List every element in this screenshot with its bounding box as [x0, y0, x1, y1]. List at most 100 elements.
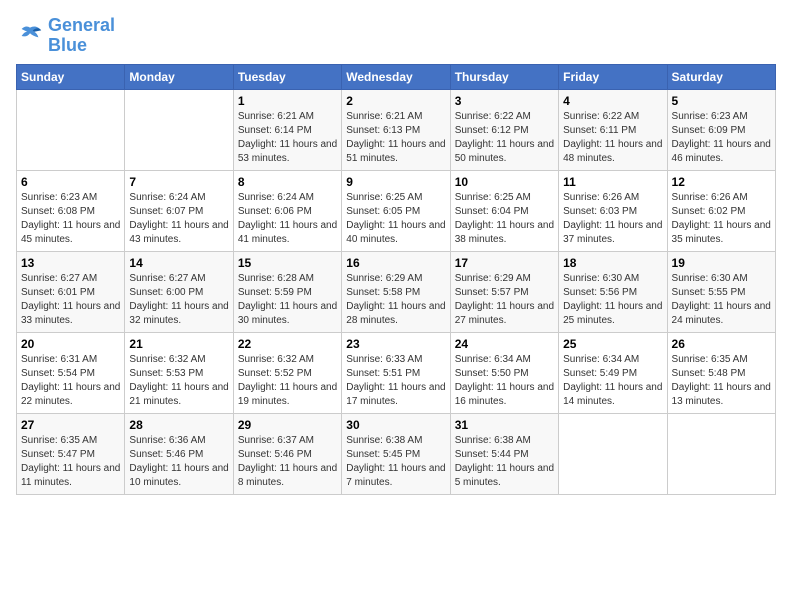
day-number: 10	[455, 175, 554, 189]
logo-text: General Blue	[48, 16, 115, 56]
day-of-week-header: Wednesday	[342, 64, 450, 89]
day-number: 4	[563, 94, 662, 108]
day-number: 8	[238, 175, 337, 189]
calendar-cell: 15 Sunrise: 6:28 AMSunset: 5:59 PMDayligh…	[233, 251, 341, 332]
day-info: Sunrise: 6:27 AMSunset: 6:00 PMDaylight:…	[129, 272, 228, 328]
calendar-cell: 29Sunrise: 6:37 AMSunset: 5:46 PMDayligh…	[233, 413, 341, 494]
day-number: 17	[455, 256, 554, 270]
day-number: 6	[21, 175, 120, 189]
calendar-cell: 22 Sunrise: 6:32 AMSunset: 5:52 PMDayligh…	[233, 332, 341, 413]
calendar-header-row: SundayMondayTuesdayWednesdayThursdayFrid…	[17, 64, 776, 89]
day-number: 27	[21, 418, 120, 432]
day-info: Sunrise: 6:30 AMSunset: 5:55 PMDaylight:…	[672, 272, 771, 328]
day-of-week-header: Friday	[559, 64, 667, 89]
logo-icon	[16, 22, 44, 50]
day-number: 14	[129, 256, 228, 270]
calendar-cell: 8 Sunrise: 6:24 AMSunset: 6:06 PMDaylight…	[233, 170, 341, 251]
calendar-cell: 28 Sunrise: 6:36 AMSunset: 5:46 PMDayligh…	[125, 413, 233, 494]
day-info: Sunrise: 6:35 AMSunset: 5:47 PMDaylight:…	[21, 434, 120, 490]
calendar-week-row: 6 Sunrise: 6:23 AMSunset: 6:08 PMDaylight…	[17, 170, 776, 251]
day-number: 30	[346, 418, 445, 432]
day-of-week-header: Sunday	[17, 64, 125, 89]
calendar-cell: 31Sunrise: 6:38 AMSunset: 5:44 PMDayligh…	[450, 413, 558, 494]
calendar-cell: 5Sunrise: 6:23 AMSunset: 6:09 PMDaylight…	[667, 89, 775, 170]
calendar-cell: 26 Sunrise: 6:35 AMSunset: 5:48 PMDayligh…	[667, 332, 775, 413]
calendar-cell: 12 Sunrise: 6:26 AMSunset: 6:02 PMDayligh…	[667, 170, 775, 251]
day-info: Sunrise: 6:21 AMSunset: 6:14 PMDaylight:…	[238, 110, 337, 166]
calendar-week-row: 20Sunrise: 6:31 AMSunset: 5:54 PMDayligh…	[17, 332, 776, 413]
day-number: 11	[563, 175, 662, 189]
calendar-cell: 16 Sunrise: 6:29 AMSunset: 5:58 PMDayligh…	[342, 251, 450, 332]
calendar-week-row: 27 Sunrise: 6:35 AMSunset: 5:47 PMDayligh…	[17, 413, 776, 494]
calendar-cell: 24 Sunrise: 6:34 AMSunset: 5:50 PMDayligh…	[450, 332, 558, 413]
calendar-week-row: 1 Sunrise: 6:21 AMSunset: 6:14 PMDaylight…	[17, 89, 776, 170]
day-info: Sunrise: 6:36 AMSunset: 5:46 PMDaylight:…	[129, 434, 228, 490]
calendar-cell: 4 Sunrise: 6:22 AMSunset: 6:11 PMDaylight…	[559, 89, 667, 170]
calendar-table: SundayMondayTuesdayWednesdayThursdayFrid…	[16, 64, 776, 495]
day-number: 2	[346, 94, 445, 108]
day-info: Sunrise: 6:24 AMSunset: 6:07 PMDaylight:…	[129, 191, 228, 247]
day-number: 28	[129, 418, 228, 432]
day-number: 21	[129, 337, 228, 351]
page-header: General Blue	[16, 16, 776, 56]
calendar-cell: 6 Sunrise: 6:23 AMSunset: 6:08 PMDaylight…	[17, 170, 125, 251]
calendar-cell: 7 Sunrise: 6:24 AMSunset: 6:07 PMDaylight…	[125, 170, 233, 251]
calendar-cell: 19 Sunrise: 6:30 AMSunset: 5:55 PMDayligh…	[667, 251, 775, 332]
day-info: Sunrise: 6:25 AMSunset: 6:05 PMDaylight:…	[346, 191, 445, 247]
day-info: Sunrise: 6:32 AMSunset: 5:52 PMDaylight:…	[238, 353, 337, 409]
calendar-cell: 30 Sunrise: 6:38 AMSunset: 5:45 PMDayligh…	[342, 413, 450, 494]
calendar-cell: 2Sunrise: 6:21 AMSunset: 6:13 PMDaylight…	[342, 89, 450, 170]
day-info: Sunrise: 6:26 AMSunset: 6:02 PMDaylight:…	[672, 191, 771, 247]
calendar-week-row: 13 Sunrise: 6:27 AMSunset: 6:01 PMDayligh…	[17, 251, 776, 332]
calendar-cell: 13 Sunrise: 6:27 AMSunset: 6:01 PMDayligh…	[17, 251, 125, 332]
day-number: 7	[129, 175, 228, 189]
day-number: 22	[238, 337, 337, 351]
calendar-cell: 3 Sunrise: 6:22 AMSunset: 6:12 PMDaylight…	[450, 89, 558, 170]
day-number: 12	[672, 175, 771, 189]
day-number: 26	[672, 337, 771, 351]
day-number: 15	[238, 256, 337, 270]
day-info: Sunrise: 6:22 AMSunset: 6:12 PMDaylight:…	[455, 110, 554, 166]
day-info: Sunrise: 6:23 AMSunset: 6:08 PMDaylight:…	[21, 191, 120, 247]
day-info: Sunrise: 6:38 AMSunset: 5:45 PMDaylight:…	[346, 434, 445, 490]
day-number: 1	[238, 94, 337, 108]
calendar-cell: 10Sunrise: 6:25 AMSunset: 6:04 PMDayligh…	[450, 170, 558, 251]
calendar-cell	[17, 89, 125, 170]
calendar-cell: 27 Sunrise: 6:35 AMSunset: 5:47 PMDayligh…	[17, 413, 125, 494]
day-info: Sunrise: 6:28 AMSunset: 5:59 PMDaylight:…	[238, 272, 337, 328]
day-info: Sunrise: 6:31 AMSunset: 5:54 PMDaylight:…	[21, 353, 120, 409]
calendar-cell: 17 Sunrise: 6:29 AMSunset: 5:57 PMDayligh…	[450, 251, 558, 332]
day-info: Sunrise: 6:23 AMSunset: 6:09 PMDaylight:…	[672, 110, 771, 166]
calendar-cell: 9 Sunrise: 6:25 AMSunset: 6:05 PMDaylight…	[342, 170, 450, 251]
day-number: 23	[346, 337, 445, 351]
calendar-cell: 1 Sunrise: 6:21 AMSunset: 6:14 PMDaylight…	[233, 89, 341, 170]
calendar-cell: 21 Sunrise: 6:32 AMSunset: 5:53 PMDayligh…	[125, 332, 233, 413]
day-info: Sunrise: 6:32 AMSunset: 5:53 PMDaylight:…	[129, 353, 228, 409]
day-number: 9	[346, 175, 445, 189]
day-info: Sunrise: 6:22 AMSunset: 6:11 PMDaylight:…	[563, 110, 662, 166]
day-info: Sunrise: 6:29 AMSunset: 5:58 PMDaylight:…	[346, 272, 445, 328]
day-info: Sunrise: 6:33 AMSunset: 5:51 PMDaylight:…	[346, 353, 445, 409]
day-info: Sunrise: 6:30 AMSunset: 5:56 PMDaylight:…	[563, 272, 662, 328]
day-info: Sunrise: 6:37 AMSunset: 5:46 PMDaylight:…	[238, 434, 337, 490]
day-number: 3	[455, 94, 554, 108]
day-info: Sunrise: 6:35 AMSunset: 5:48 PMDaylight:…	[672, 353, 771, 409]
calendar-cell	[559, 413, 667, 494]
calendar-cell: 23 Sunrise: 6:33 AMSunset: 5:51 PMDayligh…	[342, 332, 450, 413]
day-of-week-header: Monday	[125, 64, 233, 89]
day-number: 31	[455, 418, 554, 432]
day-number: 13	[21, 256, 120, 270]
day-info: Sunrise: 6:24 AMSunset: 6:06 PMDaylight:…	[238, 191, 337, 247]
day-info: Sunrise: 6:34 AMSunset: 5:49 PMDaylight:…	[563, 353, 662, 409]
day-info: Sunrise: 6:29 AMSunset: 5:57 PMDaylight:…	[455, 272, 554, 328]
day-number: 16	[346, 256, 445, 270]
day-number: 24	[455, 337, 554, 351]
day-of-week-header: Thursday	[450, 64, 558, 89]
day-number: 19	[672, 256, 771, 270]
day-info: Sunrise: 6:34 AMSunset: 5:50 PMDaylight:…	[455, 353, 554, 409]
day-number: 18	[563, 256, 662, 270]
day-of-week-header: Tuesday	[233, 64, 341, 89]
day-info: Sunrise: 6:27 AMSunset: 6:01 PMDaylight:…	[21, 272, 120, 328]
calendar-cell: 25Sunrise: 6:34 AMSunset: 5:49 PMDayligh…	[559, 332, 667, 413]
logo: General Blue	[16, 16, 115, 56]
